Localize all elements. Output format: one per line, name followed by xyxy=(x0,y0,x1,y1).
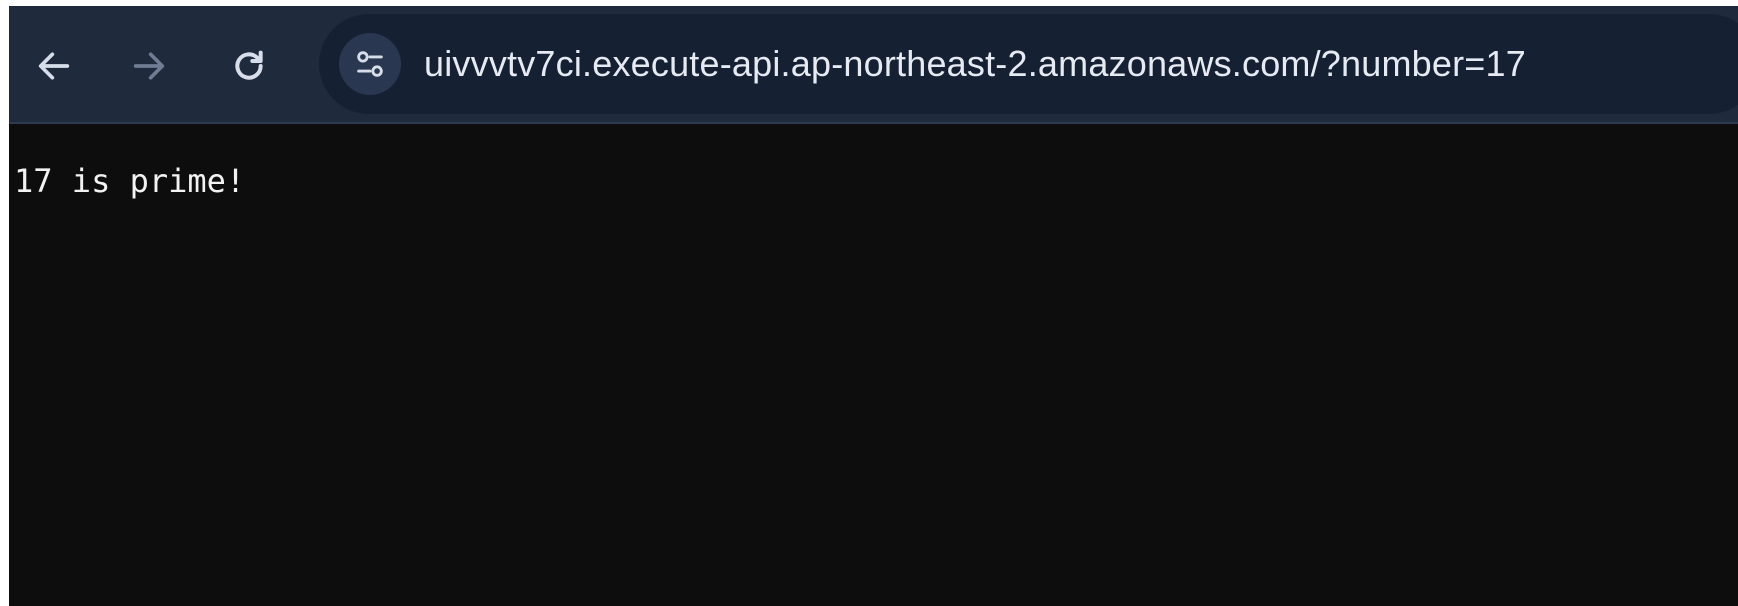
reload-icon xyxy=(235,50,263,80)
response-text: 17 is prime! xyxy=(14,162,246,200)
arrow-left-icon xyxy=(38,52,70,80)
forward-button[interactable] xyxy=(117,34,181,98)
reload-button[interactable] xyxy=(217,34,281,98)
browser-toolbar: uivvvtv7ci.execute-api.ap-northeast-2.am… xyxy=(9,6,1738,124)
tune-icon xyxy=(357,51,383,77)
site-info-button[interactable] xyxy=(339,33,401,95)
arrow-right-icon xyxy=(133,52,165,80)
address-bar[interactable]: uivvvtv7ci.execute-api.ap-northeast-2.am… xyxy=(319,14,1738,114)
url-text[interactable]: uivvvtv7ci.execute-api.ap-northeast-2.am… xyxy=(424,43,1526,85)
browser-window: uivvvtv7ci.execute-api.ap-northeast-2.am… xyxy=(9,6,1738,606)
page-content: 17 is prime! xyxy=(9,124,1738,606)
back-button[interactable] xyxy=(22,34,86,98)
